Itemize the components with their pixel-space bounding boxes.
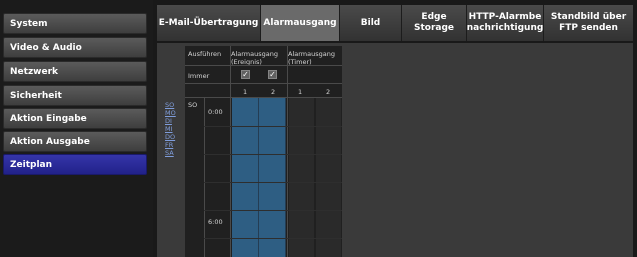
sidebar-item-system[interactable]: System bbox=[3, 13, 147, 34]
divider bbox=[204, 154, 342, 155]
day-link-do[interactable]: DO bbox=[165, 133, 179, 141]
header-execute: Ausführen bbox=[188, 50, 222, 58]
col-number: 1 bbox=[298, 88, 303, 96]
divider bbox=[230, 46, 231, 257]
col-number: 1 bbox=[243, 88, 248, 96]
day-link-mi[interactable]: MI bbox=[165, 125, 179, 133]
divider bbox=[204, 182, 342, 183]
divider bbox=[185, 83, 342, 84]
timer-schedule-column-2[interactable] bbox=[316, 98, 341, 257]
header-alarm-timer: Alarmausgang (Timer) bbox=[288, 50, 335, 66]
divider bbox=[204, 238, 342, 239]
tab-label: Edge Storage bbox=[413, 12, 455, 33]
time-label: 0:00 bbox=[208, 108, 223, 116]
divider bbox=[204, 97, 205, 257]
sidebar-item-schedule[interactable]: Zeitplan bbox=[3, 154, 147, 175]
sidebar-item-video-audio[interactable]: Video & Audio bbox=[3, 37, 147, 58]
tab-http-alarm[interactable]: HTTP-Alarmbe nachrichtigung bbox=[467, 5, 544, 41]
day-link-di[interactable]: DI bbox=[165, 117, 179, 125]
day-link-sa[interactable]: SA bbox=[165, 149, 179, 157]
label-always: Immer bbox=[188, 72, 210, 80]
event-schedule-column-1[interactable] bbox=[232, 98, 259, 257]
col-number: 2 bbox=[271, 88, 276, 96]
sidebar-item-security[interactable]: Sicherheit bbox=[3, 85, 147, 106]
divider bbox=[204, 210, 342, 211]
checkbox-event-1[interactable]: ✓ bbox=[241, 70, 250, 79]
tab-edge-storage[interactable]: Edge Storage bbox=[402, 5, 467, 41]
time-label: 6:00 bbox=[208, 218, 223, 226]
col-number: 2 bbox=[326, 88, 331, 96]
tab-bar: E-Mail-Übertragung Alarmausgang Bild Edg… bbox=[157, 5, 633, 41]
schedule-grid: Ausführen Alarmausgang (Ereignis) Alarma… bbox=[185, 46, 342, 257]
divider bbox=[185, 65, 342, 66]
divider bbox=[204, 126, 342, 127]
tab-label: Alarmausgang bbox=[263, 17, 337, 28]
sidebar-item-action-input[interactable]: Aktion Eingabe bbox=[3, 108, 147, 129]
checkbox-event-2[interactable]: ✓ bbox=[268, 70, 277, 79]
tab-label: HTTP-Alarmbe nachrichtigung bbox=[466, 12, 544, 33]
day-link-so[interactable]: SO bbox=[165, 101, 179, 109]
day-link-fr[interactable]: FR bbox=[165, 141, 179, 149]
tab-label: E-Mail-Übertragung bbox=[158, 17, 259, 28]
sidebar-item-network[interactable]: Netzwerk bbox=[3, 61, 147, 82]
sidebar: System Video & Audio Netzwerk Sicherheit… bbox=[0, 0, 153, 257]
event-schedule-column-2[interactable] bbox=[259, 98, 286, 257]
tab-label: Bild bbox=[360, 17, 381, 28]
day-links: SO MO DI MI DO FR SA bbox=[165, 101, 179, 157]
tab-email-transfer[interactable]: E-Mail-Übertragung bbox=[157, 5, 261, 41]
tab-image[interactable]: Bild bbox=[340, 5, 402, 41]
timer-schedule-column-1[interactable] bbox=[289, 98, 314, 257]
tab-alarm-output[interactable]: Alarmausgang bbox=[261, 5, 340, 41]
day-label: SO bbox=[188, 101, 198, 109]
divider bbox=[287, 46, 288, 257]
sidebar-item-action-output[interactable]: Aktion Ausgabe bbox=[3, 131, 147, 152]
header-alarm-event: Alarmausgang (Ereignis) bbox=[231, 50, 278, 66]
tab-ftp-snapshot[interactable]: Standbild über FTP senden bbox=[544, 5, 633, 41]
day-link-mo[interactable]: MO bbox=[165, 109, 179, 117]
tab-label: Standbild über FTP senden bbox=[550, 12, 627, 33]
